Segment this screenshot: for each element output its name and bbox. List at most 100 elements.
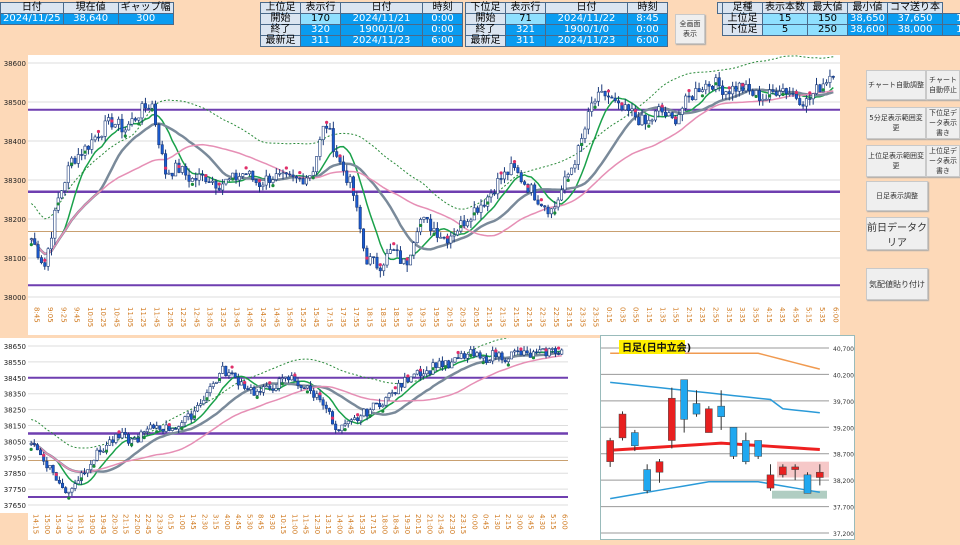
candle [64,488,66,493]
cell-value[interactable]: 311 [301,36,341,47]
y-tick-label: 38300 [4,177,26,185]
candle [560,190,562,200]
header: 表示行 [506,3,546,14]
candle [397,383,399,393]
signal-dot [312,176,315,179]
cell-value[interactable]: 1900/1/0 [546,25,628,36]
candle [49,465,51,467]
header: コマ送り本 [888,3,943,14]
x-tick-label: 14:25 [259,307,267,327]
signal-dot [338,154,341,157]
upper-write-button[interactable]: 上位足データ表示書き [926,145,960,177]
candle [356,418,358,421]
y-tick-label: 39,200 [833,425,854,432]
candle [137,438,139,442]
candle [121,432,123,437]
candle [156,426,158,428]
cell-value[interactable]: 6:00 [628,36,668,47]
cell-value[interactable]: 15 [763,14,808,25]
candle [344,424,346,425]
signal-dot [647,125,650,128]
candle [303,388,305,389]
cell-value[interactable]: 8:45 [628,14,668,25]
x-tick-label: 17:55 [352,307,360,327]
signal-dot [130,443,133,446]
candle [778,91,780,95]
cell-value[interactable]: 6:00 [423,36,463,47]
candle [40,258,42,263]
candle [335,152,337,157]
fullscreen-button[interactable]: 全画面 表示 [675,14,705,44]
candle [347,421,349,424]
cell-value[interactable]: 0:00 [628,25,668,36]
cell-value[interactable]: 10 [943,25,960,36]
cell-value[interactable]: 71 [506,14,546,25]
5min-chart[interactable]: 8:459:059:259:4510:0510:2510:4511:0511:2… [28,55,840,335]
cell-value[interactable]: 37,650 [888,14,943,25]
candle [203,400,205,403]
auto-adjust-button[interactable]: チャート自動調整 [866,70,926,100]
daily-chart[interactable]: 40,70040,20039,70039,20038,70038,20037,7… [600,335,855,540]
date-value[interactable]: 2024/11/25 [1,14,64,25]
range5-button[interactable]: 5分足表示範囲変更 [866,107,926,139]
candle [624,105,626,110]
daily-adjust-button[interactable]: 日足表示調整 [866,181,928,211]
cell-value[interactable]: 2024/11/23 [546,36,628,47]
lower-write-button[interactable]: 下位足データ表示書き [926,107,960,139]
candle [278,173,280,174]
auto-stop-button[interactable]: チャート自動停止 [926,70,960,100]
candle [544,206,546,207]
moving-average-line [31,351,562,484]
candle [64,183,66,191]
x-tick-label: 19:45 [99,514,107,534]
candle [809,99,811,100]
cell-value[interactable]: 2024/11/21 [341,14,423,25]
candle [121,119,123,132]
cell-value[interactable]: 38,600 [848,25,888,36]
cell-value[interactable]: 250 [808,25,848,36]
cell-value[interactable]: 170 [301,14,341,25]
cell-value[interactable]: 321 [506,25,546,36]
cell-value[interactable]: 10 [943,14,960,25]
upper-range-button[interactable]: 上位足表示範囲変更 [866,145,926,177]
x-tick-label: 15:45 [54,514,62,534]
clear-prev-button[interactable]: 前日データクリア [866,217,928,250]
cell-value[interactable]: 320 [301,25,341,36]
x-tick-label: 4:15 [765,307,773,323]
signal-dot [97,130,100,133]
paste-quotes-button[interactable]: 気配値貼り付け [866,268,928,300]
gap-width[interactable]: 300 [118,14,173,25]
candle [507,172,509,175]
candle [141,104,143,118]
signal-dot [67,497,70,500]
cell-value[interactable]: 5 [763,25,808,36]
15min-chart[interactable]: 14:1515:0015:4517:3018:1519:0019:4520:30… [28,338,600,540]
candle [130,439,132,443]
cell-value[interactable]: 1900/1/0 [341,25,423,36]
cell-value[interactable]: 0:00 [423,14,463,25]
cell-value[interactable]: 0:00 [423,25,463,36]
x-tick-label: 22:55 [552,307,560,327]
cell-value[interactable]: 38,000 [888,25,943,36]
candle [488,361,490,363]
x-tick-label: 14:15 [32,514,40,534]
candle [39,450,41,455]
candle [61,483,63,487]
bollinger-upper [610,382,820,412]
candle [102,451,104,452]
signal-dot [406,257,409,260]
y-tick-label: 38350 [4,391,26,399]
candle [454,358,456,362]
cell-value[interactable]: 311 [506,36,546,47]
cell-value[interactable]: 2024/11/23 [341,36,423,47]
candle [131,119,133,125]
candle [517,351,519,352]
current-price[interactable]: 38,640 [63,14,118,25]
candle [399,251,401,264]
cell-value[interactable]: 38,650 [848,14,888,25]
cell-value[interactable]: 2024/11/22 [546,14,628,25]
signal-dot [532,356,535,359]
candle [154,104,156,125]
cell-value[interactable]: 150 [808,14,848,25]
candle [211,181,213,182]
